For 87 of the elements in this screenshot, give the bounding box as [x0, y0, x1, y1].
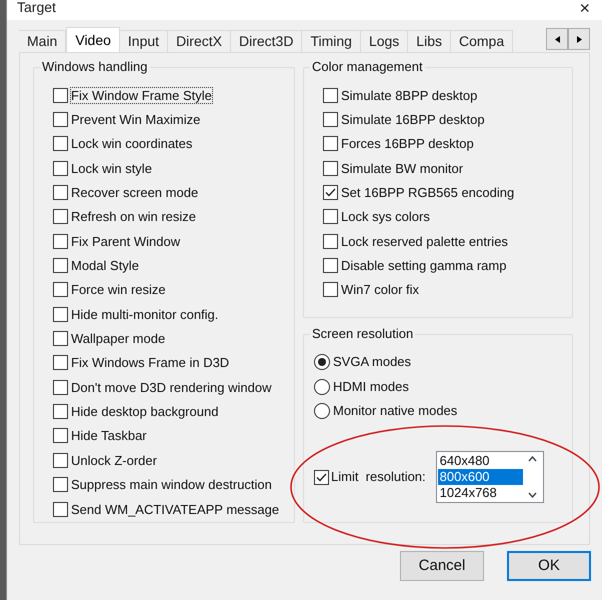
checkbox[interactable]: [323, 136, 338, 152]
checkbox[interactable]: [323, 209, 338, 224]
checkbox[interactable]: [53, 209, 68, 224]
option-label: Lock win coordinates: [71, 136, 192, 152]
option-label: Force win resize: [71, 282, 166, 298]
checkbox[interactable]: [323, 88, 338, 103]
close-button[interactable]: ×: [575, 0, 594, 16]
option-label: HDMI modes: [333, 378, 409, 396]
option-label: Lock sys colors: [341, 209, 430, 224]
tab[interactable]: Direct3D: [230, 30, 302, 52]
checkbox[interactable]: [53, 306, 68, 322]
checkbox[interactable]: [53, 477, 68, 492]
option-label: Simulate 16BPP desktop: [341, 112, 485, 128]
checkbox[interactable]: [323, 160, 338, 176]
checkbox[interactable]: [323, 282, 338, 298]
checkbox[interactable]: [53, 452, 68, 468]
option-label: Disable setting gamma ramp: [341, 258, 506, 274]
tab[interactable]: Libs: [408, 30, 451, 52]
list-item[interactable]: 640x480: [438, 453, 523, 470]
option-label: Fix Window Frame Style: [71, 88, 212, 103]
checkbox[interactable]: [53, 331, 68, 346]
left-arrow-icon: [554, 36, 560, 42]
radio-button[interactable]: [314, 402, 330, 419]
checkbox[interactable]: [53, 88, 68, 103]
tab-scroll-right-button[interactable]: [568, 28, 590, 50]
option-label: Forces 16BPP desktop: [341, 136, 474, 152]
list-item[interactable]: 1024x768: [438, 485, 523, 502]
checkbox[interactable]: [53, 258, 68, 274]
checkbox[interactable]: [53, 355, 68, 370]
list-item[interactable]: 800x600: [438, 469, 523, 486]
resolution-listbox[interactable]: 640x480 800x600 1024x768: [436, 451, 544, 504]
option-label: Fix Windows Frame in D3D: [71, 355, 230, 370]
option-label: Prevent Win Maximize: [71, 112, 200, 128]
checkbox[interactable]: [53, 234, 68, 249]
option-label: Suppress main window destruction: [71, 477, 272, 492]
dialog-button[interactable]: OK: [507, 551, 591, 581]
checkbox[interactable]: [53, 112, 68, 128]
tab[interactable]: Timing: [302, 30, 361, 52]
checkbox[interactable]: [323, 234, 338, 249]
checkbox[interactable]: [53, 428, 68, 444]
tab[interactable]: Logs: [360, 30, 408, 52]
radio-button[interactable]: [314, 378, 330, 395]
right-arrow-icon: [576, 36, 582, 42]
option-label: Hide desktop background: [71, 404, 218, 420]
checkbox[interactable]: [53, 282, 68, 298]
option-label: Fix Parent Window: [71, 234, 180, 249]
option-label: Hide multi-monitor config.: [71, 306, 218, 322]
option-label: Unlock Z-order: [71, 452, 157, 468]
radio-button[interactable]: [314, 354, 330, 370]
option-label: Refresh on win resize: [71, 209, 196, 224]
checkbox[interactable]: [53, 185, 68, 200]
option-label: Simulate 8BPP desktop: [341, 88, 478, 103]
option-label: Recover screen mode: [71, 185, 198, 200]
option-label: Don't move D3D rendering window: [71, 380, 272, 395]
option-label: Simulate BW monitor: [341, 160, 464, 176]
group-title: Windows handling: [40, 59, 150, 75]
option-label: Wallpaper mode: [71, 331, 166, 346]
tab-scroll-left-button[interactable]: [546, 28, 568, 50]
option-label: Hide Taskbar: [71, 428, 147, 444]
tab[interactable]: Main: [19, 30, 66, 52]
option-label: SVGA modes: [333, 353, 412, 372]
dialog-button[interactable]: Cancel: [400, 551, 484, 581]
tab[interactable]: Compa: [450, 30, 514, 52]
tab[interactable]: DirectX: [168, 30, 231, 52]
option-label: Lock reserved palette entries: [341, 234, 508, 249]
checkbox[interactable]: [53, 380, 68, 395]
checkbox[interactable]: [53, 160, 68, 176]
checkbox[interactable]: [314, 470, 329, 485]
checkbox[interactable]: [53, 502, 68, 517]
tab[interactable]: Video: [66, 27, 120, 52]
option-label: Limit resolution:: [331, 468, 426, 486]
option-label: Lock win style: [71, 160, 152, 176]
checkbox[interactable]: [53, 136, 68, 152]
checkbox[interactable]: [323, 112, 338, 128]
checkbox[interactable]: [323, 258, 338, 274]
option-label: Send WM_ACTIVATEAPP message: [71, 502, 280, 517]
scroll-up-icon[interactable]: [528, 456, 538, 462]
checkbox[interactable]: [323, 185, 338, 200]
window-title: Target: [17, 0, 56, 14]
option-label: Set 16BPP RGB565 encoding: [341, 185, 514, 200]
checkbox[interactable]: [53, 404, 68, 420]
scroll-down-icon[interactable]: [528, 492, 538, 498]
tab[interactable]: Input: [120, 30, 168, 52]
option-label: Modal Style: [71, 258, 139, 274]
option-label: Monitor native modes: [333, 402, 458, 420]
group-title: Color management: [310, 59, 425, 75]
option-label: Win7 color fix: [341, 282, 420, 298]
